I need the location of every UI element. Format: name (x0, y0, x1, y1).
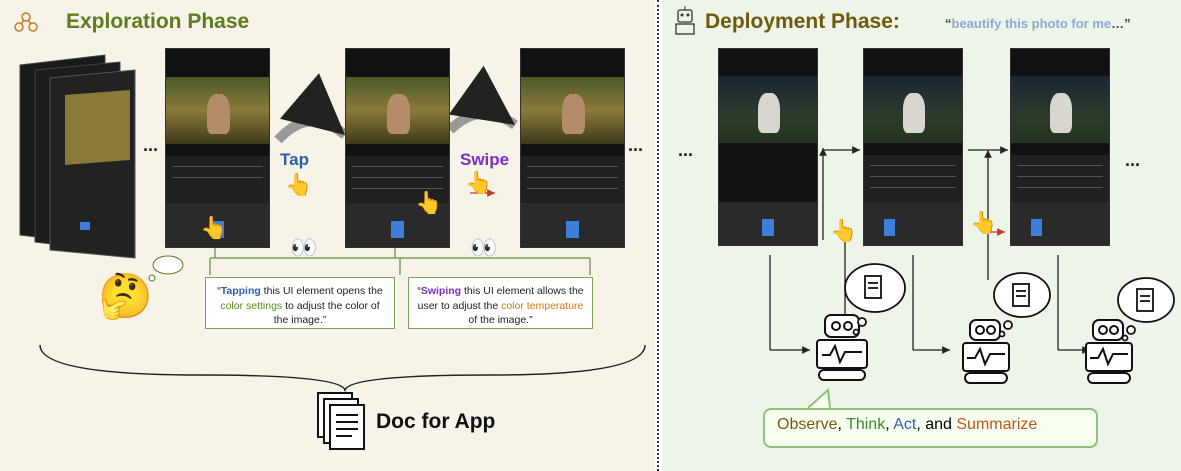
tap-label: Tap (280, 150, 309, 169)
screenshot-2 (345, 48, 450, 248)
ellipsis-left-1: ... (143, 135, 159, 155)
deploy-screenshot-3 (1010, 48, 1110, 246)
robot-icon (675, 6, 695, 35)
robot-agent-3 (1085, 319, 1133, 384)
network-icon (14, 12, 38, 32)
caption-swipe: “Swiping this UI element allows the user… (408, 277, 593, 329)
deployment-phase-title: Deployment Phase: (705, 10, 900, 33)
caption-swipe-bold: Swiping (420, 285, 462, 297)
doc-for-app-label: Doc for App (376, 410, 496, 433)
caption-swipe-highlight: color temperature (501, 299, 584, 312)
swipe-label: Swipe (460, 150, 510, 169)
tap-hand-icon: 👆 (285, 172, 313, 197)
ellipsis-right-2: ... (1125, 150, 1141, 170)
swipe-hand-icon: 👆 (465, 170, 493, 195)
summary-pointer (807, 387, 831, 409)
exploration-phase-title: Exploration Phase (66, 10, 250, 33)
deploy-screenshot-2 (863, 48, 963, 246)
screenshot-3 (520, 48, 625, 248)
deploy-screenshot-1 (718, 48, 818, 246)
ellipsis-left-2: ... (628, 135, 644, 155)
summary-box: Observe, Think, Act, and Summarize (763, 408, 1098, 448)
swipe-transition-arrow (446, 65, 518, 134)
deploy-tap-hand-icon: 👆 (830, 218, 858, 243)
thought-bubble-icon (148, 255, 184, 282)
eyes-icon-2: 👀 (470, 235, 498, 260)
thinking-face-icon: 🤔 (98, 272, 153, 321)
caption-tap-highlight: color settings (220, 299, 283, 312)
caption-tap-bold: Tapping (220, 285, 261, 297)
tap-transition-arrow (274, 73, 349, 144)
document-stack-icon (317, 392, 365, 450)
swipe-target-hand-icon: 👆 (415, 190, 443, 215)
task-instruction: “beautify this photo for me…” (945, 16, 1131, 31)
caption-tap: “Tapping this UI element opens the color… (205, 277, 395, 329)
ellipsis-right-1: ... (678, 140, 694, 160)
eyes-icon-1: 👀 (290, 235, 318, 260)
tap-target-hand-icon: 👆 (200, 215, 228, 240)
stacked-screenshots (19, 54, 136, 259)
thought-cloud-3 (1117, 277, 1175, 342)
deploy-swipe-hand-icon: 👆 (970, 210, 998, 235)
robot-agent-2 (962, 319, 1010, 384)
thought-cloud-2 (993, 272, 1051, 338)
brace (39, 344, 646, 393)
